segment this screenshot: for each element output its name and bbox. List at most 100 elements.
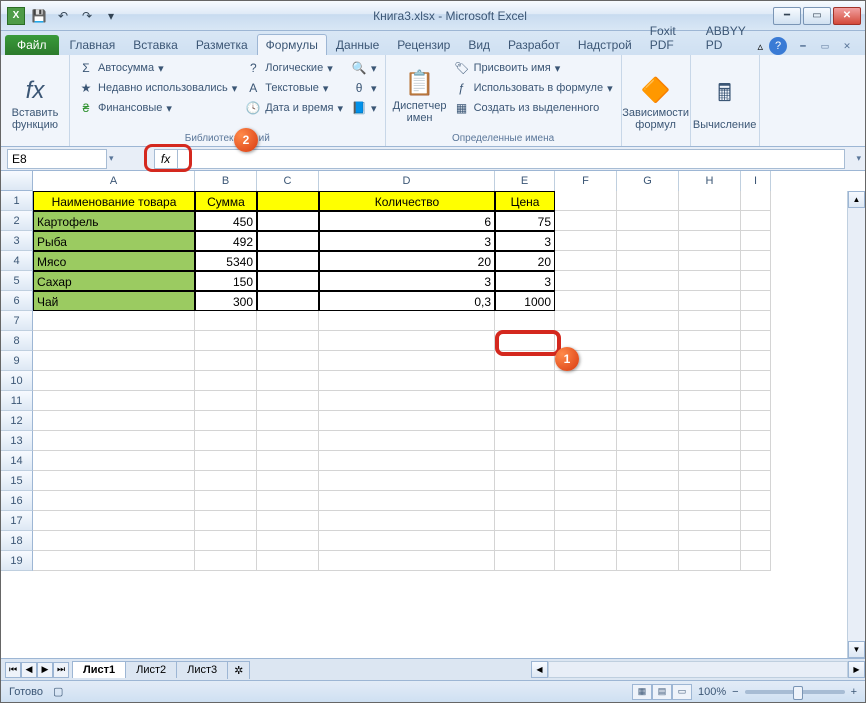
cell-A12[interactable] [33, 411, 195, 431]
macro-record-icon[interactable]: ▢ [53, 685, 63, 698]
cell-G18[interactable] [617, 531, 679, 551]
cell-A13[interactable] [33, 431, 195, 451]
cell-I13[interactable] [741, 431, 771, 451]
cell-F3[interactable] [555, 231, 617, 251]
cell-D11[interactable] [319, 391, 495, 411]
cell-G11[interactable] [617, 391, 679, 411]
cell-A11[interactable] [33, 391, 195, 411]
cell-B4[interactable]: 5340 [195, 251, 257, 271]
cell-D19[interactable] [319, 551, 495, 571]
cell-B11[interactable] [195, 391, 257, 411]
cell-I8[interactable] [741, 331, 771, 351]
tab-developer[interactable]: Разработ [499, 34, 569, 55]
insert-function-fx-button[interactable]: fx [154, 149, 178, 169]
cell-E9[interactable] [495, 351, 555, 371]
cell-D8[interactable] [319, 331, 495, 351]
minimize-button[interactable]: ━ [773, 7, 801, 25]
cell-D2[interactable]: 6 [319, 211, 495, 231]
cell-H17[interactable] [679, 511, 741, 531]
wb-close[interactable]: ✕ [837, 39, 857, 53]
cell-E5[interactable]: 3 [495, 271, 555, 291]
more-button[interactable]: 📘▾ [349, 99, 379, 117]
wb-minimize[interactable]: ━ [793, 39, 813, 53]
cell-G5[interactable] [617, 271, 679, 291]
cell-I3[interactable] [741, 231, 771, 251]
row-header-17[interactable]: 17 [1, 511, 33, 531]
cell-A7[interactable] [33, 311, 195, 331]
tab-home[interactable]: Главная [61, 34, 125, 55]
cell-D1[interactable]: Количество [319, 191, 495, 211]
cell-E17[interactable] [495, 511, 555, 531]
cell-B1[interactable]: Сумма [195, 191, 257, 211]
cell-C7[interactable] [257, 311, 319, 331]
cell-C16[interactable] [257, 491, 319, 511]
col-header-C[interactable]: C [257, 171, 319, 191]
formula-input[interactable] [178, 149, 845, 169]
cell-D13[interactable] [319, 431, 495, 451]
cell-G1[interactable] [617, 191, 679, 211]
cell-D12[interactable] [319, 411, 495, 431]
cell-C8[interactable] [257, 331, 319, 351]
cell-C19[interactable] [257, 551, 319, 571]
row-header-2[interactable]: 2 [1, 211, 33, 231]
tab-layout[interactable]: Разметка [187, 34, 257, 55]
help-icon[interactable]: ? [769, 37, 787, 55]
horizontal-scrollbar[interactable] [548, 661, 848, 678]
cell-B6[interactable]: 300 [195, 291, 257, 311]
cell-E15[interactable] [495, 471, 555, 491]
cell-E14[interactable] [495, 451, 555, 471]
cell-D4[interactable]: 20 [319, 251, 495, 271]
cell-G8[interactable] [617, 331, 679, 351]
cell-C12[interactable] [257, 411, 319, 431]
scroll-down-arrow[interactable]: ▼ [848, 641, 865, 658]
cell-I19[interactable] [741, 551, 771, 571]
cell-F14[interactable] [555, 451, 617, 471]
cell-A17[interactable] [33, 511, 195, 531]
tab-formulas[interactable]: Формулы [257, 34, 327, 55]
col-header-H[interactable]: H [679, 171, 741, 191]
tab-foxit[interactable]: Foxit PDF [641, 20, 697, 55]
sheet-tab-1[interactable]: Лист1 [72, 661, 126, 678]
cell-B14[interactable] [195, 451, 257, 471]
cell-B18[interactable] [195, 531, 257, 551]
row-header-3[interactable]: 3 [1, 231, 33, 251]
cell-C11[interactable] [257, 391, 319, 411]
row-header-1[interactable]: 1 [1, 191, 33, 211]
tab-addins[interactable]: Надстрой [569, 34, 641, 55]
cell-D9[interactable] [319, 351, 495, 371]
cell-A18[interactable] [33, 531, 195, 551]
cell-B8[interactable] [195, 331, 257, 351]
cell-G12[interactable] [617, 411, 679, 431]
sheet-tab-2[interactable]: Лист2 [125, 661, 177, 678]
sheet-tab-3[interactable]: Лист3 [176, 661, 228, 678]
cell-H6[interactable] [679, 291, 741, 311]
cell-B3[interactable]: 492 [195, 231, 257, 251]
cell-B7[interactable] [195, 311, 257, 331]
cell-I7[interactable] [741, 311, 771, 331]
zoom-out-button[interactable]: − [732, 686, 738, 698]
col-header-G[interactable]: G [617, 171, 679, 191]
cell-A15[interactable] [33, 471, 195, 491]
math-button[interactable]: θ▾ [349, 79, 379, 97]
cell-I11[interactable] [741, 391, 771, 411]
cell-A10[interactable] [33, 371, 195, 391]
cell-F18[interactable] [555, 531, 617, 551]
cell-E11[interactable] [495, 391, 555, 411]
tab-view[interactable]: Вид [459, 34, 499, 55]
recent-button[interactable]: ★Недавно использовались ▾ [76, 79, 239, 97]
cell-F7[interactable] [555, 311, 617, 331]
cell-H8[interactable] [679, 331, 741, 351]
cell-H5[interactable] [679, 271, 741, 291]
cell-I4[interactable] [741, 251, 771, 271]
cell-C9[interactable] [257, 351, 319, 371]
cell-F19[interactable] [555, 551, 617, 571]
cell-H4[interactable] [679, 251, 741, 271]
row-header-11[interactable]: 11 [1, 391, 33, 411]
text-button[interactable]: AТекстовые ▾ [243, 79, 345, 97]
cell-H13[interactable] [679, 431, 741, 451]
cell-H14[interactable] [679, 451, 741, 471]
cell-E12[interactable] [495, 411, 555, 431]
cell-B9[interactable] [195, 351, 257, 371]
view-page-layout[interactable]: ▤ [652, 684, 672, 700]
cell-B15[interactable] [195, 471, 257, 491]
